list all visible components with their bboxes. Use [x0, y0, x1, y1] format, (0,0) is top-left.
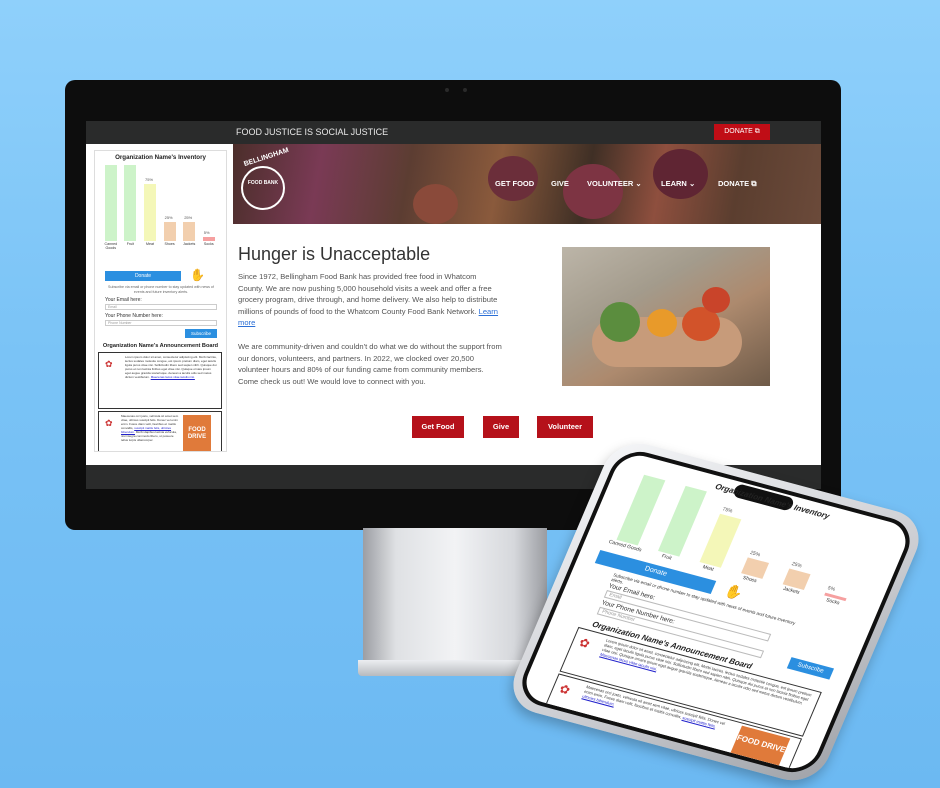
camera-dot [445, 88, 449, 92]
announcement-title: Organization Name's Announcement Board [102, 343, 219, 349]
nav-get-food[interactable]: GET FOOD [495, 179, 534, 188]
beet-image [653, 149, 708, 199]
inventory-labels: Canned Goods Fruit Meat Shoes Jackets Socks [101, 242, 219, 252]
donate-hand-icon: ✋ [190, 268, 205, 282]
nasturtium-image [647, 309, 677, 337]
page-heading: Hunger is Unacceptable [238, 244, 431, 264]
nav-volunteer[interactable]: VOLUNTEER ⌄ [587, 179, 642, 188]
post-link[interactable]: Maecenas lacus vitae iaculis nisi. [151, 375, 195, 379]
logo-sub-text: FOOD BANK [247, 180, 279, 186]
food-drive-flyer: FOOD DRIVE [183, 415, 211, 451]
volunteer-button[interactable]: Volunteer [537, 416, 593, 438]
phone-label: Your Phone Number here: [105, 313, 163, 319]
nav-learn[interactable]: LEARN ⌄ [661, 179, 695, 188]
announcement-post-1: ✿ Lorem ipsum dolor sit amet, consectetu… [98, 352, 222, 409]
hands-vegetables-photo [562, 247, 770, 386]
bar-percent: 25% [749, 549, 762, 558]
inventory-bar [657, 485, 707, 557]
give-button[interactable]: Give [483, 416, 519, 438]
org-logo-icon: ✿ [105, 418, 113, 428]
announcement-post-2: ✿ Maecenas orci justo, vehicula sit amet… [98, 411, 222, 451]
chevron-down-icon: ⌄ [688, 179, 696, 188]
inventory-bar [144, 184, 156, 241]
beet-image [563, 164, 623, 219]
site-slogan: FOOD JUSTICE IS SOCIAL JUSTICE [236, 127, 389, 137]
website-screen: FOOD JUSTICE IS SOCIAL JUSTICE DONATE ⧉ … [86, 121, 821, 489]
inventory-bar [616, 474, 665, 546]
email-label: Your Email here: [105, 297, 142, 303]
inventory-bar [104, 165, 117, 241]
org-logo-icon: ✿ [576, 635, 593, 651]
bar-percent: 25% [164, 215, 173, 220]
top-bar: FOOD JUSTICE IS SOCIAL JUSTICE DONATE ⧉ [86, 121, 821, 144]
subscribe-note: Subscribe via email or phone number to s… [108, 285, 214, 294]
bar-percent: 5% [826, 584, 837, 593]
beet-image [413, 184, 458, 224]
community-paragraph: We are community-driven and couldn't do … [238, 342, 502, 386]
bar-label: Shoes [164, 242, 175, 246]
monitor-stand [363, 528, 547, 663]
logo-text: BELLINGHAM [243, 146, 290, 169]
food-bank-logo[interactable]: FOOD BANK [241, 166, 285, 210]
subscribe-button[interactable]: Subscribe [185, 329, 217, 338]
post-text: Maecenas orci justo, vehicula sit amet s… [121, 414, 179, 442]
bar-label: Fruit [126, 242, 134, 246]
post-text: Lorem ipsum dolor sit amet, consectetur … [125, 355, 217, 379]
inventory-widget: Organization Name's Inventory 75% 25% 25% 5… [94, 150, 227, 452]
nav-give[interactable]: GIVE [551, 179, 569, 188]
bar-percent: 75% [721, 505, 734, 515]
inventory-bar [202, 237, 215, 241]
inventory-donate-button[interactable]: Donate [105, 271, 181, 281]
desktop-monitor: FOOD JUSTICE IS SOCIAL JUSTICE DONATE ⧉ … [65, 80, 841, 530]
bar-label: Canned Goods [104, 242, 118, 250]
tomato-image [702, 287, 730, 313]
chevron-down-icon: ⌄ [635, 179, 642, 188]
hero-banner: FOOD BANK BELLINGHAM GET FOOD GIVE VOLUN… [233, 144, 821, 224]
inventory-title: Organization Name's Inventory [115, 154, 206, 161]
inventory-chart: 75% 25% 25% 5% [101, 165, 219, 241]
org-logo-icon: ✿ [105, 359, 113, 369]
broccoli-image [600, 302, 640, 342]
bar-percent: 5% [203, 230, 210, 236]
sensor-dot [463, 88, 467, 92]
donate-hand-icon: ✋ [722, 582, 746, 602]
inventory-bar [124, 165, 137, 241]
inventory-bar [163, 222, 176, 241]
external-link-icon: ⧉ [751, 179, 757, 188]
nav-donate[interactable]: DONATE ⧉ [718, 179, 757, 189]
email-field[interactable]: Email [105, 304, 217, 310]
bar-percent: 25% [184, 215, 193, 220]
org-logo-icon: ✿ [557, 681, 573, 698]
donate-top-button[interactable]: DONATE ⧉ [714, 124, 770, 140]
bar-percent: 25% [790, 560, 803, 569]
phone-field[interactable]: Phone Number [105, 320, 217, 326]
intro-paragraph: Since 1972, Bellingham Food Bank has pro… [238, 272, 499, 328]
get-food-button[interactable]: Get Food [412, 416, 464, 438]
inventory-bar [699, 513, 742, 568]
bar-label: Jackets [183, 242, 196, 246]
phone-subscribe-button[interactable]: Subscribe [786, 657, 835, 680]
bar-label: Meat [145, 242, 154, 246]
bar-percent: 75% [145, 177, 154, 182]
inventory-bar [183, 222, 196, 241]
bar-label: Socks [203, 242, 214, 246]
